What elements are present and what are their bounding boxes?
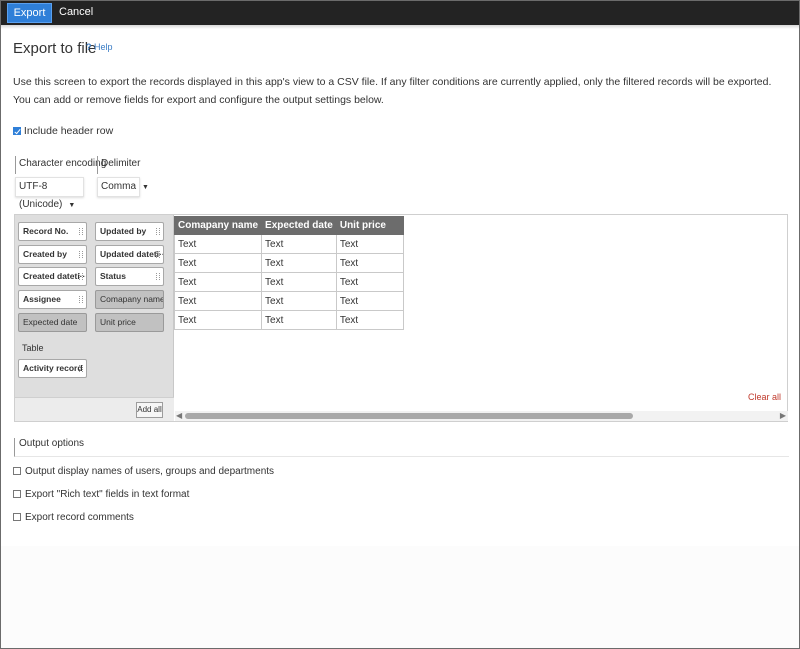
drag-handle-icon [79,296,83,303]
page-bottom-area [1,546,799,648]
include-header-label: Include header row [23,125,114,137]
column-header[interactable]: Unit price [335,216,404,235]
table-cell: Text [261,272,337,292]
help-icon: ? [86,42,92,52]
clear-all-link[interactable]: Clear all [748,392,781,402]
field-chip-unit-price[interactable]: Unit price [95,313,164,332]
field-chip-status[interactable]: Status [95,267,164,286]
field-chip-assignee[interactable]: Assignee [18,290,87,309]
output-option-label: Export "Rich text" fields in text format [25,489,190,500]
column-header[interactable]: Expected date [261,216,337,235]
drag-handle-icon [156,273,160,280]
table-cell: Text [261,234,337,254]
table-row: Text Text Text [173,272,404,292]
output-option-comments[interactable]: Export record comments [13,512,134,523]
horizontal-scrollbar[interactable]: ◀ ▶ [175,411,788,421]
drag-handle-icon [156,228,160,235]
help-label: Help [94,42,113,52]
output-options-heading: Output options [14,438,789,457]
field-chip-company-name[interactable]: Comapany name [95,290,164,309]
table-cell: Text [173,272,263,292]
include-header-row-option[interactable]: Include header row [13,125,113,137]
scrollbar-thumb[interactable] [185,413,633,419]
description-line-1: Use this screen to export the records di… [13,76,772,88]
toolbar-shadow [1,25,799,29]
field-chip-activity-record[interactable]: Activity record [18,359,87,378]
table-cell: Text [335,310,404,330]
table-cell: Text [173,291,263,311]
table-cell: Text [173,310,263,330]
output-option-label: Export record comments [25,512,134,523]
table-cell: Text [261,253,337,273]
table-row: Text Text Text [173,234,404,254]
encoding-select[interactable]: UTF-8 (Unicode) ▼ [15,177,84,210]
help-link[interactable]: ? Help [86,42,113,52]
field-selection-panel: Record No. Updated by Created by Updated… [14,214,788,422]
table-cell: Text [261,310,337,330]
table-cell: Text [173,253,263,273]
table-cell: Text [261,291,337,311]
field-chip-label: Unit price [100,317,136,327]
table-cell: Text [335,253,404,273]
table-row: Text Text Text [173,253,404,273]
field-chip-label: Activity record [23,363,83,373]
available-fields-pane: Record No. Updated by Created by Updated… [15,215,174,421]
output-option-rich-text[interactable]: Export "Rich text" fields in text format [13,489,189,500]
table-row: Text Text Text [173,291,404,311]
page-title: Export to file [13,40,97,57]
encoding-label: Character encoding [15,156,106,174]
field-chip-record-no[interactable]: Record No. [18,222,87,241]
field-chip-label: Created dateti··· [23,271,87,281]
table-cell: Text [335,291,404,311]
drag-handle-icon [79,228,83,235]
encoding-value: UTF-8 (Unicode) [19,181,63,210]
add-all-bar: Add all [15,397,174,421]
output-option-label: Output display names of users, groups an… [25,466,275,477]
cancel-button[interactable]: Cancel [59,3,93,23]
field-chip-expected-date[interactable]: Expected date [18,313,87,332]
export-button[interactable]: Export [7,3,52,23]
field-chip-updated-datetime[interactable]: Updated dateti··· [95,245,164,264]
output-option-checkbox[interactable] [13,490,21,499]
field-chip-label: Expected date [23,317,78,327]
table-cell: Text [335,272,404,292]
scroll-left-icon[interactable]: ◀ [176,411,182,421]
output-option-display-names[interactable]: Output display names of users, groups an… [13,466,274,477]
field-chip-label: Created by [23,249,67,259]
description: Use this screen to export the records di… [13,73,783,109]
export-dialog: Export Cancel Export to file ? Help Use t… [0,0,800,649]
drag-handle-icon [79,251,83,258]
delimiter-select[interactable]: Comma ▼ [97,177,149,197]
output-option-checkbox[interactable] [13,513,21,522]
field-chip-label: Record No. [23,226,69,236]
field-chip-created-by[interactable]: Created by [18,245,87,264]
table-section-label: Table [22,343,44,353]
top-toolbar: Export Cancel [1,1,799,25]
drag-handle-icon [156,251,160,258]
field-chip-label: Status [100,271,126,281]
add-all-button[interactable]: Add all [136,402,163,418]
column-header[interactable]: Comapany name [173,216,263,235]
table-cell: Text [335,234,404,254]
dropdown-arrow-icon: ▼ [68,202,76,209]
table-cell: Text [173,234,263,254]
delimiter-value: Comma [101,181,137,192]
delimiter-label: Delimiter [97,156,140,174]
export-preview-table: Comapany name Expected date Unit price T… [173,216,404,330]
dropdown-arrow-icon: ▼ [142,184,149,191]
field-chip-label: Assignee [23,294,61,304]
table-header-row: Comapany name Expected date Unit price [173,216,404,235]
field-chip-updated-by[interactable]: Updated by [95,222,164,241]
description-line-2: You can add or remove fields for export … [13,94,384,106]
drag-handle-icon [79,365,83,372]
field-chip-label: Comapany name [100,294,164,304]
table-row: Text Text Text [173,310,404,330]
field-chip-label: Updated dateti··· [100,249,164,259]
drag-handle-icon [79,273,83,280]
field-chip-label: Updated by [100,226,147,236]
field-chip-created-datetime[interactable]: Created dateti··· [18,267,87,286]
scroll-right-icon[interactable]: ▶ [780,411,786,421]
include-header-checkbox[interactable] [13,127,21,136]
output-option-checkbox[interactable] [13,467,21,476]
